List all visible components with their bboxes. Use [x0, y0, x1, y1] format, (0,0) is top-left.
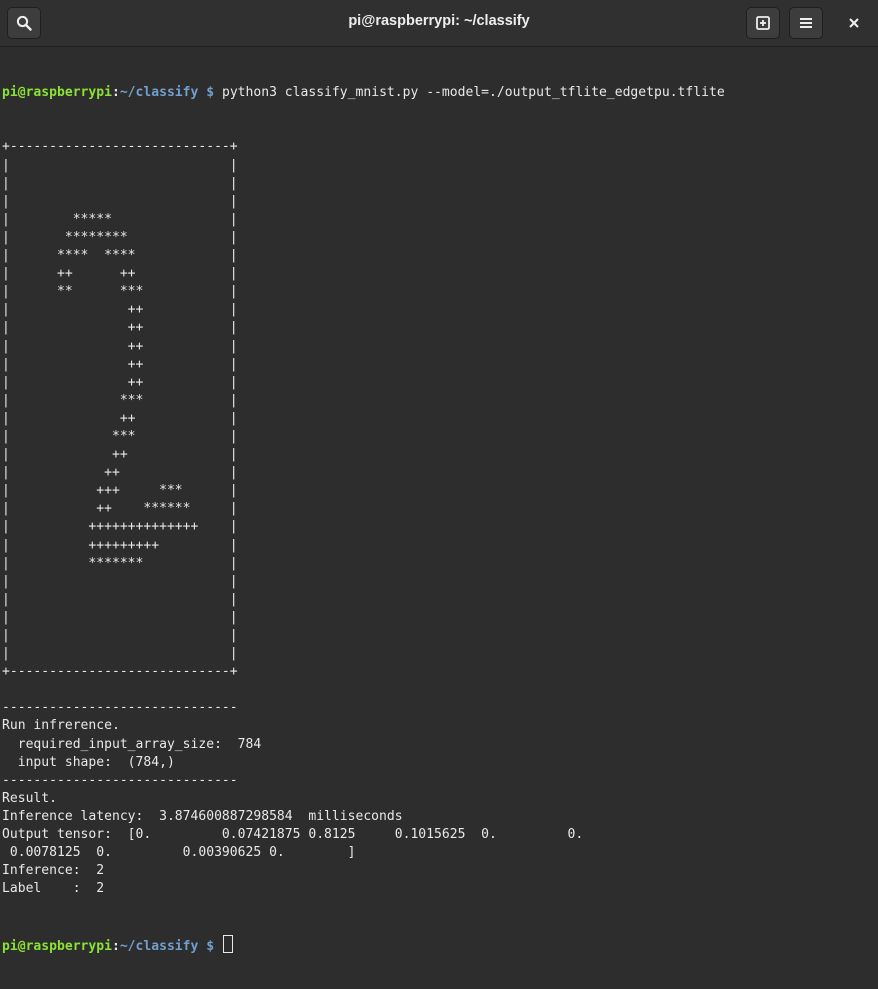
text-cursor — [222, 934, 233, 953]
prompt-path: ~/classify — [119, 938, 199, 954]
output-line: | ++ | — [2, 447, 238, 463]
prompt-dollar: $ — [198, 85, 222, 101]
new-tab-button[interactable] — [746, 7, 780, 39]
output-line: Run infrerence. — [2, 718, 120, 734]
prompt-user-host: pi@raspberrypi — [2, 938, 112, 954]
output-line: | | — [2, 628, 238, 643]
output-line: | | — [2, 646, 238, 662]
output-line: | ** *** | — [2, 284, 238, 300]
output-line: | **** **** | — [2, 248, 238, 264]
prompt-dollar: $ — [198, 938, 222, 954]
output-line: | ++ | — [2, 410, 238, 426]
output-line: Output tensor: [0. 0.07421875 0.8125 0.1… — [2, 827, 584, 843]
output-line: | ++ | — [2, 302, 238, 318]
output-line: | ++ | — [2, 320, 238, 336]
command-line: pi@raspberrypi:~/classify $ python3 clas… — [2, 84, 868, 102]
output-line: | | — [2, 175, 238, 191]
output-line: | ++ ****** | — [2, 501, 238, 517]
output-line: | | — [2, 609, 238, 625]
new-tab-icon — [756, 16, 770, 30]
output-block: +----------------------------+ | | | | | | |… — [2, 138, 868, 898]
output-line: | *** | — [2, 428, 238, 444]
output-line: | ***** | — [2, 211, 238, 227]
title-bar: pi@raspberrypi: ~/classify — [0, 0, 878, 47]
output-line: Inference latency: 3.874600887298584 mil… — [2, 808, 403, 824]
terminal-output[interactable]: pi@raspberrypi:~/classify $ python3 clas… — [2, 48, 868, 989]
output-line: | *** | — [2, 392, 238, 408]
output-line: Label : 2 — [2, 881, 105, 897]
command-text: python3 classify_mnist.py --model=./outp… — [221, 85, 725, 101]
prompt-path: ~/classify — [119, 85, 199, 101]
output-line: | ++ | — [2, 338, 238, 354]
prompt-colon: : — [111, 938, 120, 954]
output-line: | | — [2, 591, 238, 607]
output-line: | ++ | — [2, 356, 238, 372]
close-button[interactable] — [838, 7, 870, 39]
output-line: input shape: (784,) — [2, 754, 175, 770]
menu-button[interactable] — [789, 7, 823, 39]
output-line: | ++ | — [2, 465, 238, 481]
output-line: | ******** | — [2, 229, 238, 245]
output-line: +----------------------------+ — [2, 664, 238, 680]
output-line: ------------------------------ — [2, 772, 238, 788]
output-line: | +++ *** | — [2, 483, 238, 499]
output-line: | ++++++++++++++ | — [2, 519, 238, 535]
output-line: ------------------------------ — [2, 700, 238, 716]
active-prompt-line[interactable]: pi@raspberrypi:~/classify $ — [2, 934, 868, 954]
close-icon — [849, 18, 859, 28]
prompt-colon: : — [111, 85, 120, 101]
output-line: | ++ ++ | — [2, 266, 238, 282]
output-line: Result. — [2, 790, 57, 806]
prompt-user-host: pi@raspberrypi — [2, 85, 112, 101]
output-line: | | — [2, 193, 238, 209]
terminal-window: pi@raspberrypi: ~/classify pi@raspberryp… — [0, 0, 878, 954]
output-line: | ++ | — [2, 374, 238, 390]
output-line: 0.0078125 0. 0.00390625 0. ] — [2, 845, 356, 861]
output-line: required_input_array_size: 784 — [2, 736, 262, 752]
hamburger-menu-icon — [800, 18, 812, 28]
output-line: Inference: 2 — [2, 863, 105, 879]
output-line: +----------------------------+ — [2, 139, 238, 155]
output-line: | +++++++++ | — [2, 537, 238, 553]
output-line: | ******* | — [2, 555, 238, 571]
output-line: | | — [2, 157, 238, 173]
output-line: | | — [2, 573, 238, 589]
scrollbar[interactable] — [872, 50, 876, 838]
